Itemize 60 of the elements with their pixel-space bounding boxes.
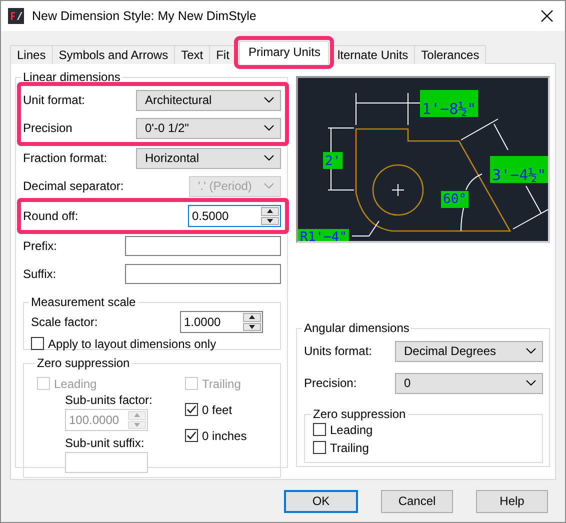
tab[interactable]: Tolerances bbox=[414, 45, 486, 64]
dimension-label: 60° bbox=[441, 191, 468, 208]
checkbox[interactable]: Apply to layout dimensions only bbox=[31, 335, 216, 352]
field-label: Units format: bbox=[304, 344, 372, 358]
checkbox[interactable]: 0 feet bbox=[185, 401, 232, 418]
group-title: Measurement scale bbox=[30, 295, 137, 309]
dimension-label: 2' bbox=[323, 152, 343, 169]
window-title: New Dimension Style: My New DimStyle bbox=[32, 9, 258, 23]
group-title: Zero suppression bbox=[312, 407, 407, 421]
spin-up-button[interactable] bbox=[261, 207, 279, 216]
checkmark-icon bbox=[186, 404, 197, 415]
checkbox[interactable]: 0 inches bbox=[185, 427, 247, 444]
close-icon[interactable] bbox=[541, 10, 553, 22]
dialog-button[interactable]: Help bbox=[476, 490, 548, 512]
field-label: Prefix: bbox=[23, 239, 58, 253]
group-title: Angular dimensions bbox=[303, 321, 410, 335]
number-field[interactable]: 0.5000 bbox=[188, 205, 281, 227]
number-field[interactable]: 1.0000 bbox=[180, 311, 263, 333]
tab[interactable]: Text bbox=[174, 45, 210, 64]
dialog-button[interactable]: OK bbox=[284, 490, 358, 512]
chevron-icon bbox=[264, 97, 274, 103]
field-label: Precision: bbox=[304, 376, 357, 390]
dimension-label: R1'−4" bbox=[298, 229, 349, 243]
field-label: Scale factor: bbox=[31, 315, 98, 329]
text-field[interactable] bbox=[125, 264, 281, 284]
field-label: Decimal separator: bbox=[23, 179, 124, 193]
tab[interactable]: Symbols and Arrows bbox=[52, 45, 176, 64]
checkmark-icon bbox=[186, 430, 197, 441]
group-title: Linear dimensions bbox=[22, 70, 122, 84]
dimension-label: 3'−4½" bbox=[490, 156, 548, 184]
field-label: Unit format: bbox=[23, 93, 86, 107]
text-field[interactable] bbox=[65, 452, 148, 473]
dimension-label: 1'−8½" bbox=[420, 90, 478, 118]
spin-up-button[interactable] bbox=[243, 313, 261, 322]
dropdown[interactable]: Decimal Degrees bbox=[395, 340, 543, 362]
checkbox[interactable]: Leading bbox=[313, 421, 373, 438]
field-label: Sub-unit suffix: bbox=[65, 436, 146, 450]
dropdown[interactable]: 0'-0 1/2" bbox=[136, 118, 281, 138]
dropdown[interactable]: Architectural bbox=[136, 90, 281, 110]
chevron-icon bbox=[264, 125, 274, 131]
tab[interactable]: Lines bbox=[10, 45, 53, 64]
chevron-icon bbox=[264, 183, 274, 189]
field-label: Fraction format: bbox=[23, 151, 108, 165]
chevron-icon bbox=[526, 348, 536, 354]
spin-down-button[interactable] bbox=[243, 322, 261, 331]
app-icon bbox=[8, 8, 24, 24]
tab[interactable]: Fit bbox=[209, 45, 236, 64]
field-label: Sub-units factor: bbox=[65, 393, 154, 407]
chevron-icon bbox=[264, 155, 274, 161]
field-label: Round off: bbox=[23, 209, 78, 223]
dialog-button[interactable]: Cancel bbox=[381, 490, 453, 512]
dropdown[interactable]: 0 bbox=[395, 372, 543, 394]
spin-down-button[interactable] bbox=[261, 216, 279, 225]
field-label: Precision bbox=[23, 121, 72, 135]
group-title: Zero suppression bbox=[36, 356, 131, 370]
field-label: Suffix: bbox=[23, 267, 56, 281]
checkbox[interactable]: Trailing bbox=[313, 439, 369, 456]
dropdown[interactable]: Horizontal bbox=[136, 148, 281, 168]
chevron-icon bbox=[526, 380, 536, 386]
text-field[interactable] bbox=[125, 236, 281, 256]
